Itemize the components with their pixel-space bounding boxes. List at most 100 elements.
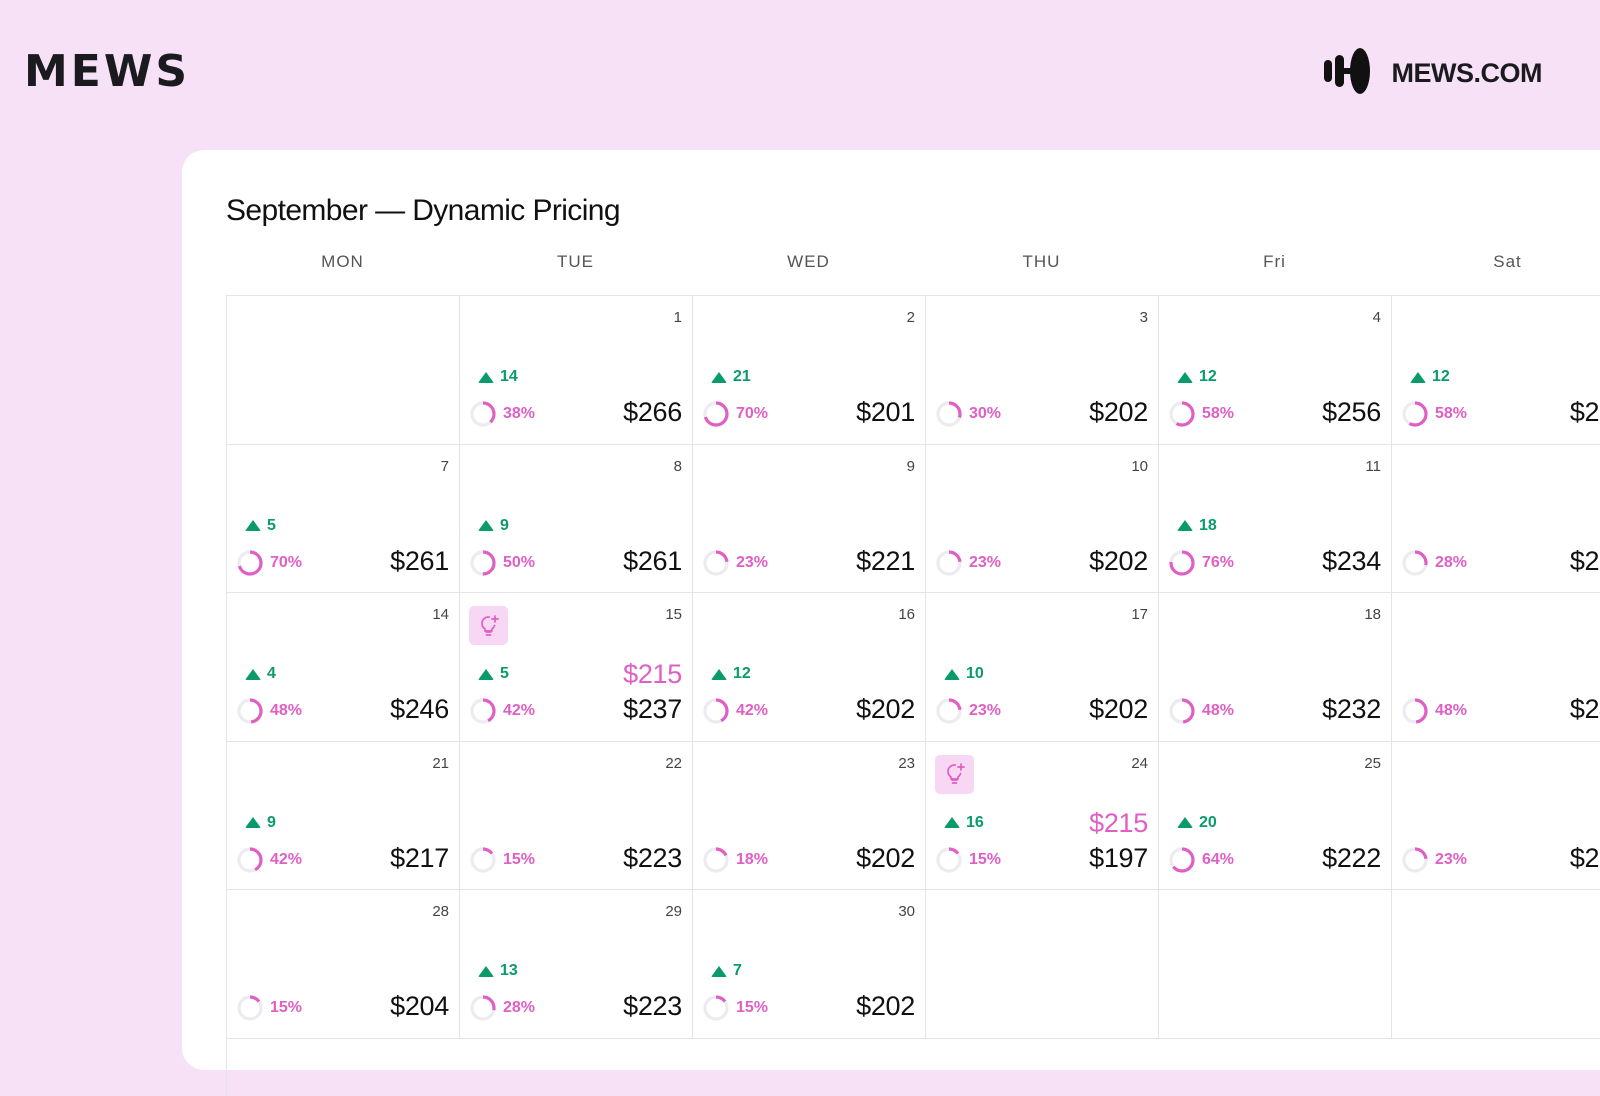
day-cell[interactable]: 4 12 58% $256: [1159, 296, 1392, 445]
pickup-count: 9: [500, 516, 509, 534]
day-cell[interactable]: 25 20 64% $222: [1159, 741, 1392, 890]
lightbulb-sparkle-icon[interactable]: [469, 606, 508, 645]
day-cell[interactable]: 21 9 42% $217: [227, 741, 460, 890]
triangle-up-icon: [711, 371, 727, 383]
date-number: 22: [665, 754, 682, 772]
date-number: 29: [665, 903, 682, 920]
day-cell[interactable]: 2 21 70% $201: [693, 296, 926, 445]
day-cell[interactable]: 17 10 23% $202: [926, 593, 1159, 742]
pickup-count: 12: [1432, 368, 1450, 385]
day-cell[interactable]: 15 5 42% $215 $237: [460, 593, 693, 742]
day-cell[interactable]: 22 15% $223: [460, 741, 693, 890]
day-cell[interactable]: 23 18% $202: [693, 741, 926, 890]
weekday-label: WED: [787, 252, 830, 271]
date-number: 17: [1131, 606, 1148, 623]
day-cell[interactable]: 29 13 28% $223: [460, 890, 693, 1039]
occupancy-indicator: 48%: [236, 697, 302, 725]
occupancy-percent: 58%: [1202, 405, 1235, 422]
current-price: $197: [1089, 842, 1148, 873]
current-price: $202: [1089, 545, 1148, 576]
day-cell[interactable]: 12 58% $28: [1392, 296, 1600, 445]
occupancy-percent: 30%: [969, 405, 1002, 422]
pickup-indicator: 12: [1177, 368, 1217, 386]
day-cell[interactable]: 1 14 38% $266: [460, 296, 693, 445]
day-cell[interactable]: 10 23% $202: [926, 444, 1159, 593]
day-cell[interactable]: 8 9 50% $261: [460, 444, 693, 593]
date-number: 4: [1372, 309, 1381, 326]
triangle-up-icon: [478, 668, 494, 680]
triangle-up-icon: [711, 668, 727, 680]
date-number: 25: [1364, 754, 1381, 772]
pickup-indicator: 14: [478, 368, 518, 386]
occupancy-ring-icon: [1402, 549, 1428, 576]
pickup-indicator: 4: [245, 665, 276, 683]
occupancy-ring-icon: [1169, 698, 1195, 724]
occupancy-percent: 23%: [969, 553, 1002, 571]
suggested-price[interactable]: $215: [1089, 808, 1148, 839]
day-cell[interactable]: 9 23% $221: [693, 444, 926, 593]
triangle-up-icon: [245, 520, 261, 531]
day-cell[interactable]: 28% $25: [1392, 445, 1600, 593]
current-price: $266: [623, 397, 682, 427]
occupancy-percent: 76%: [1202, 553, 1235, 571]
occupancy-percent: 23%: [969, 702, 1002, 719]
day-cell[interactable]: 3 30% $202: [926, 296, 1159, 445]
calendar-grid: 1 14 38% $266 2 21 70% $201 3 30% $202 4 12 58% $256 12…: [226, 295, 1600, 1096]
pickup-count: 10: [966, 665, 984, 682]
occupancy-indicator: 38%: [469, 400, 535, 428]
brand-logo[interactable]: MEWS: [24, 50, 190, 94]
occupancy-ring-icon: [470, 698, 496, 724]
day-cell[interactable]: 16 12 42% $202: [693, 593, 926, 742]
site-link-label: MEWS.COM: [1391, 57, 1543, 88]
day-cell[interactable]: 14 4 48% $246: [227, 593, 460, 742]
occupancy-percent: 58%: [1435, 405, 1468, 422]
triangle-up-icon: [944, 668, 960, 680]
site-link[interactable]: MEWS.COM: [1322, 46, 1543, 101]
mews-mark-icon: [1322, 46, 1372, 101]
date-number: 28: [432, 903, 449, 920]
day-cell[interactable]: 30 7 15% $202: [693, 890, 926, 1039]
current-price: $223: [623, 842, 682, 873]
weekday-header: MON TUE WED THU Fri Sat: [226, 252, 1600, 272]
calendar-title: September — Dynamic Pricing: [226, 194, 621, 227]
current-price: $222: [1322, 842, 1381, 873]
occupancy-indicator: 70%: [702, 400, 768, 428]
day-cell[interactable]: 23% $22: [1392, 742, 1600, 890]
occupancy-percent: 23%: [736, 553, 769, 571]
date-number: 18: [1364, 606, 1381, 623]
occupancy-ring-icon: [470, 846, 496, 873]
pickup-count: 21: [733, 368, 751, 385]
occupancy-ring-icon: [936, 401, 962, 427]
lightbulb-sparkle-icon[interactable]: [935, 754, 974, 794]
day-cell[interactable]: 28 15% $204: [227, 890, 460, 1039]
pickup-count: 7: [733, 962, 742, 979]
occupancy-indicator: 70%: [236, 549, 302, 577]
pickup-indicator: 21: [711, 368, 751, 386]
current-price: $202: [856, 842, 915, 873]
occupancy-indicator: 23%: [935, 697, 1001, 725]
triangle-up-icon: [1177, 520, 1193, 531]
occupancy-indicator: 58%: [1401, 400, 1467, 428]
day-cell[interactable]: 7 5 70% $261: [227, 444, 460, 593]
pickup-indicator: 13: [478, 962, 518, 980]
occupancy-ring-icon: [703, 549, 729, 576]
pickup-indicator: 7: [711, 962, 742, 980]
current-price: $223: [623, 991, 682, 1021]
current-price: $28: [1569, 397, 1600, 427]
triangle-up-icon: [245, 817, 261, 828]
day-cell[interactable]: 18 48% $232: [1159, 593, 1392, 742]
day-cell[interactable]: 11 18 76% $234: [1159, 444, 1392, 593]
occupancy-percent: 38%: [503, 405, 536, 422]
occupancy-indicator: 42%: [702, 697, 768, 725]
day-cell[interactable]: 24 16 15% $215 $197: [926, 741, 1159, 890]
occupancy-indicator: 15%: [236, 994, 302, 1022]
occupancy-percent: 42%: [270, 850, 303, 868]
empty-cell: [1159, 890, 1392, 1039]
pickup-count: 20: [1199, 813, 1217, 831]
date-number: 24: [1131, 754, 1148, 772]
weekday-label: Sat: [1493, 252, 1522, 271]
occupancy-percent: 18%: [736, 850, 769, 868]
occupancy-percent: 15%: [270, 999, 303, 1016]
suggested-price[interactable]: $215: [623, 659, 682, 690]
day-cell[interactable]: 48% $24: [1392, 593, 1600, 742]
